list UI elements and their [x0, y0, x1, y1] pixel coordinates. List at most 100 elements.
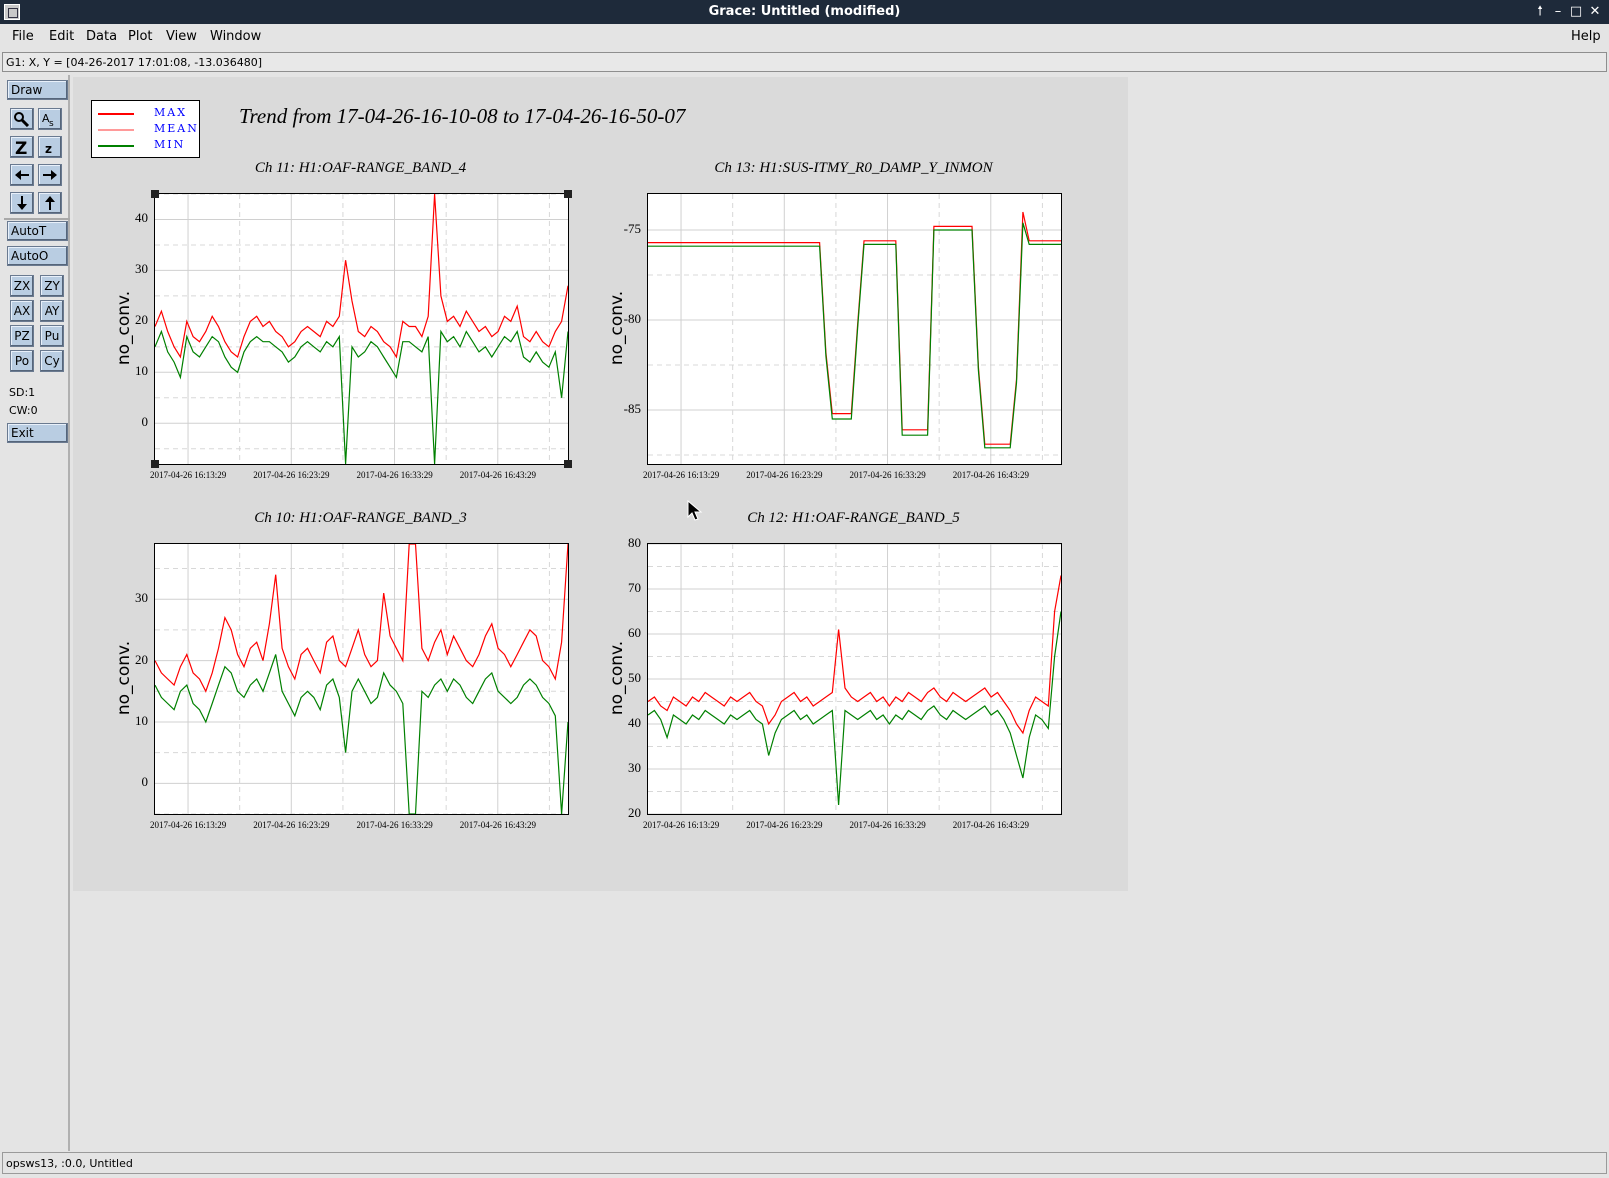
- minimize-icon[interactable]: –: [1550, 3, 1566, 21]
- y-tick-label: 10: [135, 712, 148, 728]
- set-display-label: SD:1: [9, 386, 36, 399]
- zoom-icon[interactable]: [10, 108, 34, 130]
- zy-button[interactable]: ZY: [40, 275, 64, 297]
- scroll-up-icon[interactable]: [38, 192, 62, 214]
- x-tick-label: 2017-04-26 16:33:29: [849, 470, 926, 480]
- x-tick-label: 2017-04-26 16:33:29: [356, 470, 433, 480]
- scroll-left-icon[interactable]: [10, 164, 34, 186]
- x-tick-label: 2017-04-26 16:13:29: [150, 470, 227, 480]
- y-tick-label: 0: [141, 414, 149, 430]
- menu-plot[interactable]: Plot: [128, 29, 153, 44]
- series-min: [648, 222, 1061, 449]
- menu-view[interactable]: View: [166, 29, 197, 44]
- x-tick-label: 2017-04-26 16:43:29: [952, 820, 1029, 830]
- menu-window[interactable]: Window: [210, 29, 261, 44]
- pu-button[interactable]: Pu: [40, 325, 64, 347]
- scroll-right-icon[interactable]: [38, 164, 62, 186]
- coordinates-readout: G1: X, Y = [04-26-2017 17:01:08, -13.036…: [2, 52, 1607, 72]
- y-tick-label: 30: [135, 261, 148, 277]
- po-button[interactable]: Po: [10, 350, 34, 372]
- y-tick-label: 20: [628, 805, 641, 820]
- x-tick-label: 2017-04-26 16:33:29: [849, 820, 926, 830]
- x-tick-label: 2017-04-26 16:33:29: [356, 820, 433, 830]
- ax-button[interactable]: AX: [10, 300, 34, 322]
- toolbar-separator: [4, 218, 70, 220]
- main-title: Trend from 17-04-26-16-10-08 to 17-04-26…: [239, 104, 686, 128]
- x-tick-label: 2017-04-26 16:23:29: [253, 470, 330, 480]
- menu-data[interactable]: Data: [86, 29, 117, 44]
- y-tick-label: 40: [628, 715, 641, 730]
- x-tick-label: 2017-04-26 16:13:29: [643, 820, 720, 830]
- legend-swatch: [98, 113, 134, 115]
- graph-title: Ch 12: H1:OAF-RANGE_BAND_5: [747, 510, 960, 526]
- zx-button[interactable]: ZX: [10, 275, 34, 297]
- ay-button[interactable]: AY: [40, 300, 64, 322]
- autot-button[interactable]: AutoT: [7, 221, 68, 241]
- plot-svg: [648, 544, 1061, 814]
- exit-button[interactable]: Exit: [7, 423, 68, 443]
- mouse-cursor-icon: [687, 500, 703, 521]
- x-tick-label: 2017-04-26 16:13:29: [150, 820, 227, 830]
- y-tick-label: 80: [628, 535, 641, 550]
- plot-area[interactable]: [154, 193, 569, 465]
- y-tick-label: -85: [623, 401, 641, 416]
- plot-area[interactable]: [647, 543, 1062, 815]
- maximize-icon[interactable]: □: [1568, 3, 1584, 21]
- menu-file[interactable]: File: [12, 29, 34, 44]
- zoom-in-icon[interactable]: z: [38, 136, 62, 158]
- legend-item-max: MAX: [98, 106, 198, 119]
- series-max: [155, 194, 568, 359]
- y-tick-label: 20: [135, 312, 148, 328]
- draw-button[interactable]: Draw: [7, 80, 68, 100]
- series-max: [155, 544, 568, 693]
- selection-handle[interactable]: [564, 460, 572, 468]
- legend-label: MIN: [154, 138, 186, 151]
- tool-panel: Draw As Z z AutoT AutoO ZX ZY AX AY PZ P…: [2, 75, 70, 1151]
- menu-edit[interactable]: Edit: [49, 29, 74, 44]
- x-tick-label: 2017-04-26 16:13:29: [643, 470, 720, 480]
- x-tick-label: 2017-04-26 16:23:29: [746, 820, 823, 830]
- series-max: [648, 575, 1061, 735]
- x-tick-label: 2017-04-26 16:43:29: [459, 820, 536, 830]
- y-tick-label: 30: [135, 590, 148, 606]
- plot-area[interactable]: [154, 543, 569, 815]
- y-tick-label: 10: [135, 363, 148, 379]
- legend-label: MAX: [154, 106, 188, 119]
- autoo-button[interactable]: AutoO: [7, 246, 68, 266]
- plot-area[interactable]: [647, 193, 1062, 465]
- plot-canvas[interactable]: MAX MEAN MIN Trend from 17-04-26-16-10-0…: [73, 77, 1128, 891]
- scroll-down-icon[interactable]: [10, 192, 34, 214]
- graph-title: Ch 13: H1:SUS-ITMY_R0_DAMP_Y_INMON: [714, 160, 993, 176]
- y-axis-label: no_conv.: [607, 290, 627, 366]
- plot-svg: [648, 194, 1061, 464]
- selection-handle[interactable]: [151, 460, 159, 468]
- current-world-label: CW:0: [9, 404, 38, 417]
- selection-handle[interactable]: [564, 190, 572, 198]
- x-tick-label: 2017-04-26 16:43:29: [459, 470, 536, 480]
- y-tick-label: -80: [623, 311, 641, 326]
- menu-help[interactable]: Help: [1571, 29, 1601, 44]
- plot-svg: [155, 194, 568, 464]
- close-icon[interactable]: ✕: [1587, 3, 1603, 21]
- text-edit-icon[interactable]: As: [38, 108, 62, 130]
- legend-swatch: [98, 129, 134, 131]
- restore-icon[interactable]: 🠕: [1532, 3, 1548, 21]
- legend: MAX MEAN MIN: [91, 100, 200, 158]
- pz-button[interactable]: PZ: [10, 325, 34, 347]
- series-max: [648, 211, 1061, 445]
- series-min: [155, 654, 568, 814]
- legend-item-mean: MEAN: [98, 122, 198, 135]
- menu-bar: File Edit Data Plot View Window Help: [0, 24, 1609, 50]
- selection-handle[interactable]: [151, 190, 159, 198]
- y-tick-label: 20: [135, 651, 148, 667]
- svg-text:s: s: [49, 119, 54, 127]
- legend-swatch: [98, 145, 134, 147]
- cy-button[interactable]: Cy: [40, 350, 64, 372]
- y-tick-label: -75: [623, 221, 641, 236]
- y-tick-label: 60: [628, 625, 641, 640]
- svg-text:z: z: [45, 142, 52, 155]
- y-tick-label: 40: [135, 210, 148, 226]
- y-tick-label: 70: [628, 580, 641, 595]
- zoom-out-icon[interactable]: Z: [10, 136, 34, 158]
- x-tick-label: 2017-04-26 16:23:29: [746, 470, 823, 480]
